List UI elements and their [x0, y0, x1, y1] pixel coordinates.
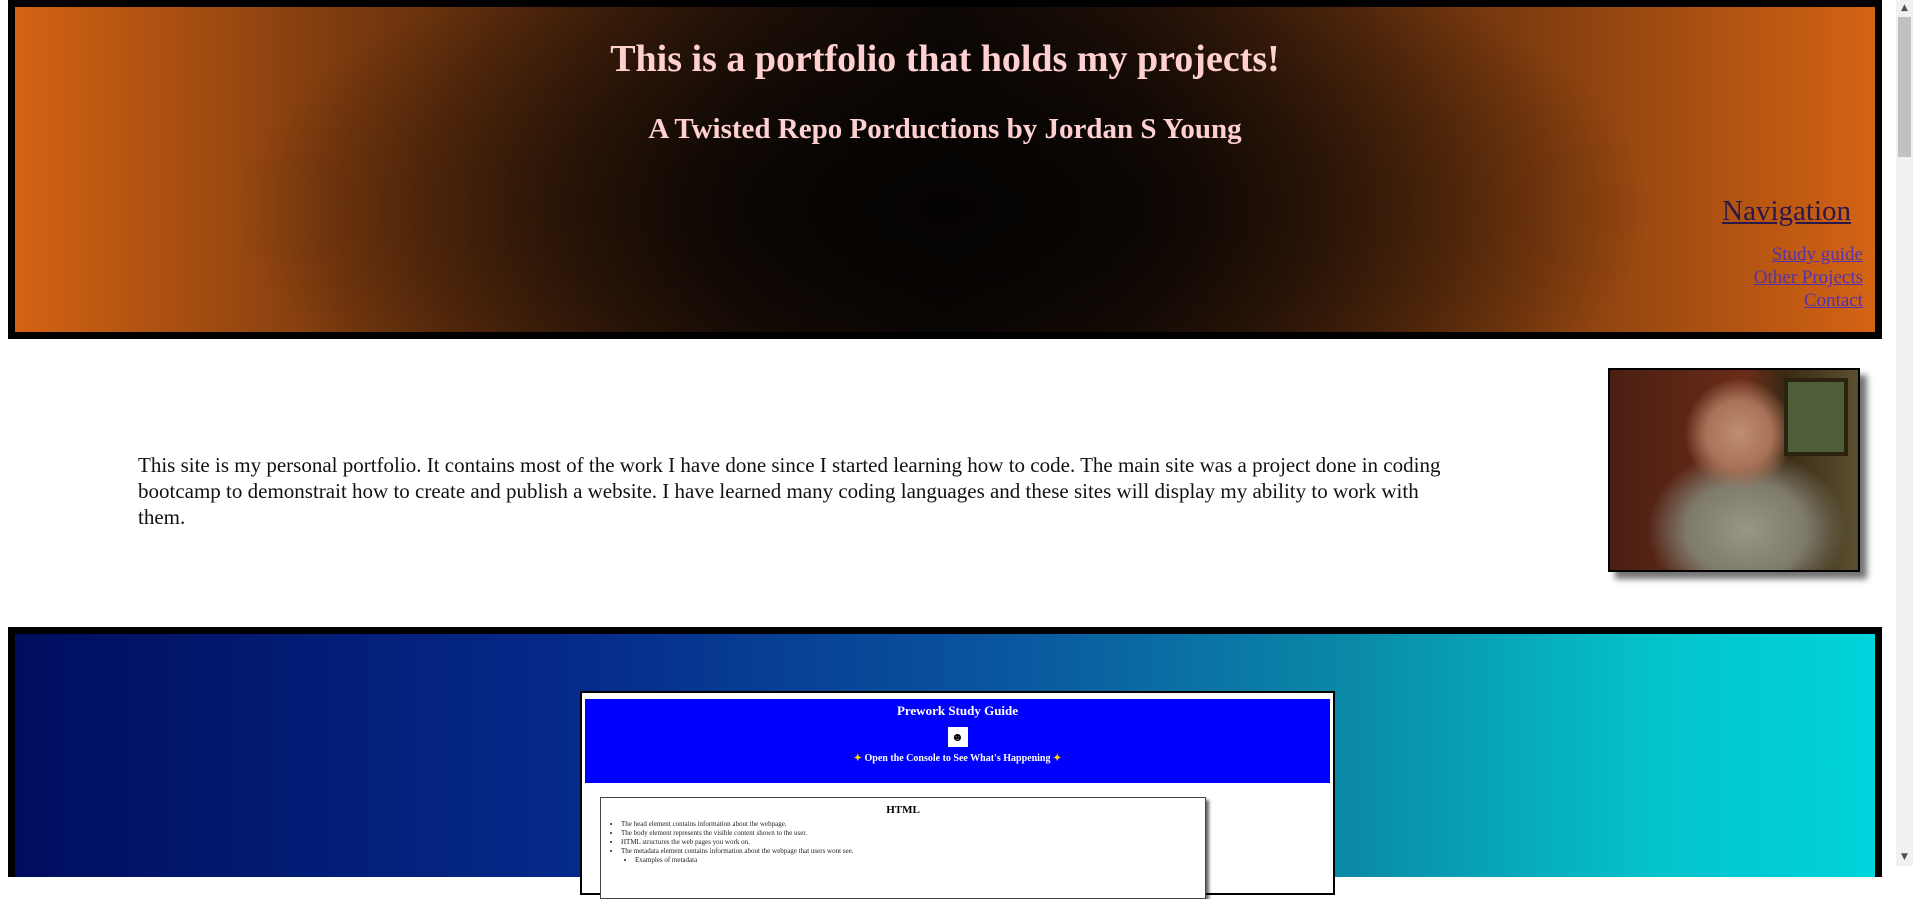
list-item: The body element represents the visible …: [621, 829, 1205, 838]
scrollbar-thumb[interactable]: [1898, 17, 1911, 157]
projects-section: Prework Study Guide ☻ ✦ Open the Console…: [8, 627, 1882, 899]
star-icon: ✦: [1052, 753, 1062, 764]
card-logo-icon: ☻: [947, 727, 968, 747]
card-section-title: HTML: [886, 804, 920, 816]
nav-link-other-projects[interactable]: Other Projects: [1754, 266, 1863, 289]
list-item: Examples of metadata: [635, 856, 1205, 865]
page-title: This is a portfolio that holds my projec…: [610, 38, 1280, 80]
list-item: The metadata element contains informatio…: [621, 847, 1205, 856]
about-paragraph: This site is my personal portfolio. It c…: [138, 453, 1441, 529]
nav-link-contact[interactable]: Contact: [1754, 289, 1863, 312]
vertical-scrollbar[interactable]: ▲ ▼: [1896, 0, 1913, 866]
card-html-box: HTML The head element contains informati…: [600, 797, 1206, 899]
card-header: Prework Study Guide ☻ ✦ Open the Console…: [585, 699, 1330, 783]
project-card-study-guide[interactable]: Prework Study Guide ☻ ✦ Open the Console…: [580, 691, 1335, 899]
card-title: Prework Study Guide: [896, 703, 1019, 718]
nav-links: Study guide Other Projects Contact: [1754, 243, 1863, 312]
list-item: HTML structures the web pages you work o…: [621, 838, 1205, 847]
star-icon: ✦: [853, 753, 863, 764]
nav-link-study-guide[interactable]: Study guide: [1754, 243, 1863, 266]
navigation-heading[interactable]: Navigation: [1722, 195, 1851, 228]
card-subtitle-text: Open the Console to See What's Happening: [864, 753, 1051, 764]
card-list: The head element contains information ab…: [621, 820, 1205, 865]
list-item: The head element contains information ab…: [621, 820, 1205, 829]
page-subtitle: A Twisted Repo Porductions by Jordan S Y…: [648, 113, 1242, 145]
scroll-down-icon[interactable]: ▼: [1896, 849, 1913, 866]
site-header: This is a portfolio that holds my projec…: [8, 0, 1882, 339]
profile-photo: [1608, 368, 1860, 572]
scroll-up-icon[interactable]: ▲: [1896, 0, 1913, 17]
photo-background-frame: [1784, 378, 1848, 456]
card-subtitle: ✦ Open the Console to See What's Happeni…: [585, 753, 1330, 764]
